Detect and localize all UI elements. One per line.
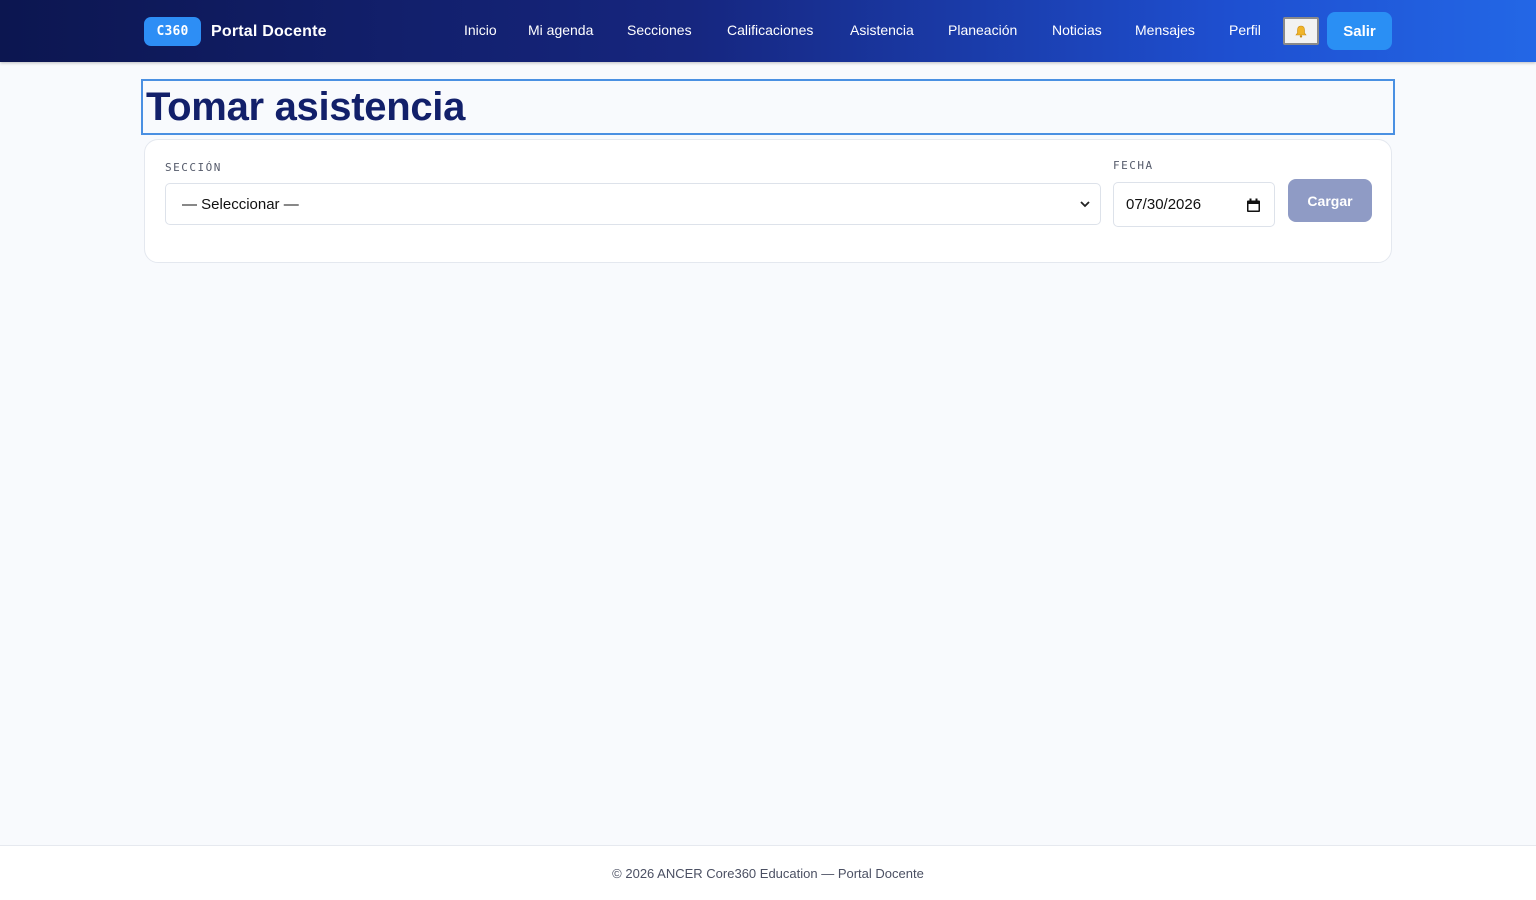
nav-link-inicio[interactable]: Inicio <box>464 22 497 38</box>
bell-icon <box>1295 25 1307 38</box>
load-button[interactable]: Cargar <box>1288 179 1372 222</box>
date-label: FECHA <box>1113 159 1154 172</box>
nav-link-secciones[interactable]: Secciones <box>627 22 692 38</box>
nav-link-mi-agenda[interactable]: Mi agenda <box>528 22 593 38</box>
date-input[interactable]: 07/30/2026 <box>1113 182 1275 227</box>
nav-link-calificaciones[interactable]: Calificaciones <box>727 22 813 38</box>
top-navbar: C360 Portal Docente Inicio Mi agenda Sec… <box>0 0 1536 62</box>
section-select[interactable]: — Seleccionar — <box>165 183 1101 225</box>
brand-logo: C360 <box>144 17 201 46</box>
footer: © 2026 ANCER Core360 Education — Portal … <box>0 845 1536 900</box>
section-select-value: — Seleccionar — <box>182 195 299 213</box>
nav-link-planeacion[interactable]: Planeación <box>948 22 1017 38</box>
section-label: SECCIÓN <box>165 161 222 174</box>
nav-link-perfil[interactable]: Perfil <box>1229 22 1261 38</box>
attendance-filter-card: SECCIÓN — Seleccionar — FECHA 07/30/2026… <box>144 139 1392 263</box>
nav-link-asistencia[interactable]: Asistencia <box>850 22 914 38</box>
brand-name: Portal Docente <box>211 22 327 40</box>
calendar-icon[interactable] <box>1246 198 1261 213</box>
date-input-value: 07/30/2026 <box>1126 196 1202 213</box>
notifications-button[interactable] <box>1283 17 1319 45</box>
brand[interactable]: C360 Portal Docente <box>144 17 327 46</box>
nav-link-noticias[interactable]: Noticias <box>1052 22 1102 38</box>
chevron-down-icon <box>1080 201 1090 208</box>
page-title: Tomar asistencia <box>146 84 466 129</box>
page-title-container: Tomar asistencia <box>141 79 1395 135</box>
footer-text: © 2026 ANCER Core360 Education — Portal … <box>612 866 924 881</box>
logout-button[interactable]: Salir <box>1327 12 1392 50</box>
nav-link-mensajes[interactable]: Mensajes <box>1135 22 1195 38</box>
